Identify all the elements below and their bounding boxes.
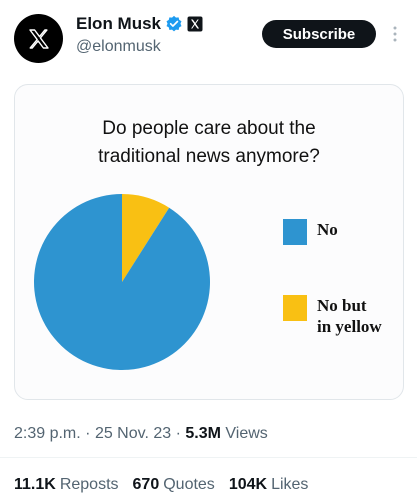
verified-badge-icon — [165, 15, 183, 33]
subscribe-button[interactable]: Subscribe — [262, 20, 376, 48]
timestamp-line: 2:39 p.m. · 25 Nov. 23 · 5.3M Views — [14, 425, 268, 443]
pie-chart — [34, 194, 211, 370]
quotes-label: Quotes — [163, 476, 215, 493]
reposts-stat[interactable]: 11.1K Reposts — [14, 476, 119, 494]
avatar[interactable] — [14, 14, 63, 63]
engagement-stats: 11.1K Reposts 670 Quotes 104K Likes — [14, 476, 322, 494]
post-time[interactable]: 2:39 p.m. — [14, 425, 81, 442]
media-image[interactable]: Do people care about the traditional new… — [14, 84, 404, 400]
reposts-count: 11.1K — [14, 476, 56, 493]
legend-item-no-but-yellow: No but in yellow — [283, 295, 382, 337]
likes-count: 104K — [228, 476, 268, 493]
x-logo-icon — [28, 28, 49, 49]
likes-label: Likes — [271, 476, 309, 493]
post-date[interactable]: 25 Nov. 23 — [95, 425, 171, 442]
legend-swatch-no-but-yellow — [283, 295, 307, 321]
separator: · — [85, 425, 91, 442]
quotes-stat[interactable]: 670 Quotes — [133, 476, 215, 494]
legend-swatch-no — [283, 219, 307, 245]
separator: · — [175, 425, 181, 442]
legend-label-no-but-yellow: No but in yellow — [317, 296, 382, 336]
display-name[interactable]: Elon Musk — [76, 14, 161, 34]
handle[interactable]: @elonmusk — [76, 38, 161, 56]
views-count: 5.3M — [185, 425, 221, 442]
legend-label-no: No — [317, 220, 338, 239]
likes-stat[interactable]: 104K Likes — [229, 476, 309, 494]
divider — [0, 457, 417, 458]
x-affiliate-icon — [187, 16, 203, 32]
views-label: Views — [225, 425, 268, 442]
more-vertical-icon[interactable] — [388, 22, 402, 46]
name-row: Elon Musk — [76, 14, 203, 34]
legend-item-no: No — [283, 219, 338, 245]
tweet: Elon Musk @elonmusk Subscribe Do people … — [0, 0, 417, 500]
reposts-label: Reposts — [59, 476, 119, 493]
quotes-count: 670 — [132, 476, 160, 493]
